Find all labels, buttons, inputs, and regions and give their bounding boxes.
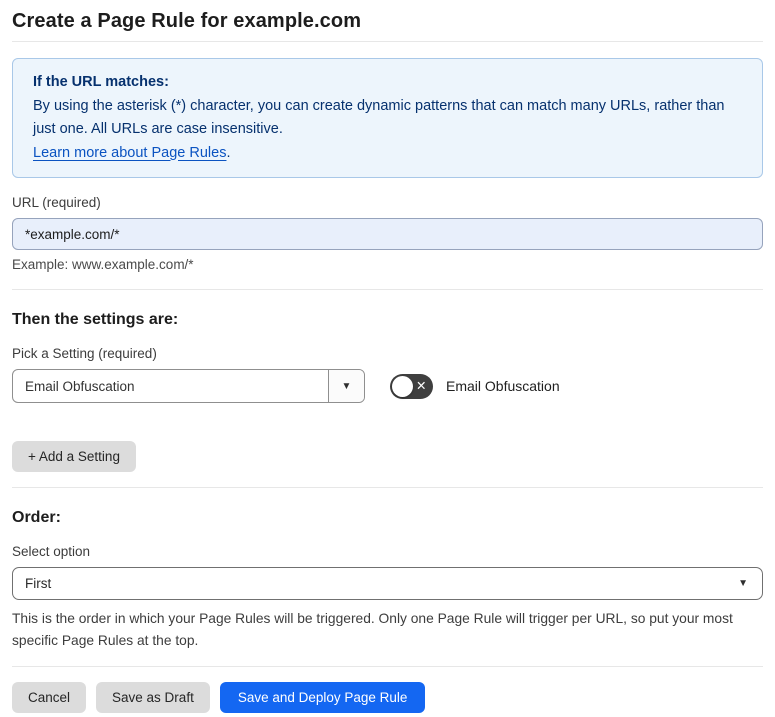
pick-setting-label: Pick a Setting (required) [12,346,157,361]
section-divider [12,487,763,488]
save-as-draft-button[interactable]: Save as Draft [96,682,210,713]
setting-select-arrow-button[interactable]: ▼ [328,370,364,402]
order-section-heading: Order: [12,509,61,526]
info-box-heading: If the URL matches: [33,74,169,90]
link-period: . [226,144,231,161]
chevron-down-icon: ▼ [738,578,748,589]
setting-select[interactable]: Email Obfuscation ▼ [12,369,365,403]
toggle-label: Email Obfuscation [446,378,560,394]
toggle-off-x-icon: ✕ [416,378,427,393]
setting-select-value: Email Obfuscation [25,378,135,394]
setting-picker-row: Email Obfuscation ▼ ✕ Email Obfuscation [12,369,763,403]
url-field-label: URL (required) [12,195,101,210]
order-helper-text: This is the order in which your Page Rul… [12,611,733,648]
footer-actions: Cancel Save as Draft Save and Deploy Pag… [12,682,763,713]
toggle-knob [392,375,413,397]
url-example-helper: Example: www.example.com/* [12,257,194,272]
add-setting-button[interactable]: + Add a Setting [12,441,136,472]
learn-more-link[interactable]: Learn more about Page Rules [33,145,226,161]
info-box-body: By using the asterisk (*) character, you… [33,97,725,138]
order-select-value: First [25,576,52,591]
order-select[interactable]: First ▼ [12,567,763,600]
page-title: Create a Page Rule for example.com [12,10,763,42]
section-divider [12,289,763,290]
url-matches-info-box: If the URL matches: By using the asteris… [12,58,763,178]
order-select-label: Select option [12,544,91,559]
save-and-deploy-button[interactable]: Save and Deploy Page Rule [219,682,426,713]
url-input[interactable] [12,218,763,250]
email-obfuscation-toggle[interactable]: ✕ [390,373,433,399]
info-box-link-line: Learn more about Page Rules. [33,142,742,166]
settings-section-heading: Then the settings are: [12,311,179,328]
chevron-down-icon: ▼ [341,380,352,392]
footer-divider [12,666,763,667]
cancel-button[interactable]: Cancel [12,682,87,713]
